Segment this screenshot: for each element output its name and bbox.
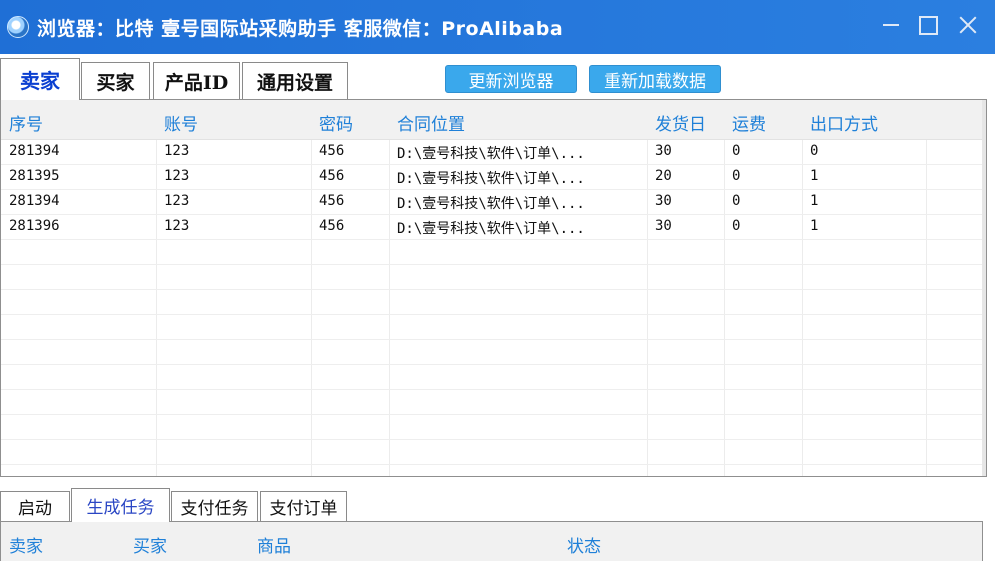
- cell-contract-path: D:\壹号科技\软件\订单\...: [397, 196, 585, 212]
- cell-ship-day: 30: [655, 143, 672, 159]
- column-header[interactable]: 买家: [133, 532, 167, 557]
- column-header[interactable]: 运费: [732, 110, 766, 135]
- table-row[interactable]: 281395 123 456 D:\壹号科技\软件\订单\... 20 0 1: [1, 165, 986, 190]
- tab-product-id[interactable]: 产品ID: [153, 62, 240, 100]
- column-header[interactable]: 发货日: [655, 110, 706, 135]
- tab-label: 通用设置: [256, 72, 333, 94]
- column-header[interactable]: 出口方式: [810, 110, 878, 135]
- empty-row: [1, 290, 986, 315]
- cell-export-method: 1: [810, 168, 819, 184]
- cell-serial: 281394: [9, 143, 60, 159]
- tab-buyer[interactable]: 买家: [81, 62, 150, 100]
- empty-row: [1, 390, 986, 415]
- cell-serial: 281396: [9, 218, 60, 234]
- window-title: 浏览器：比特 壹号国际站采购助手 客服微信：ProAlibaba: [37, 17, 564, 40]
- vertical-scrollbar[interactable]: [982, 100, 986, 476]
- cell-serial: 281394: [9, 193, 60, 209]
- minimize-icon[interactable]: [876, 10, 906, 40]
- tab-seller[interactable]: 卖家: [0, 58, 80, 100]
- cell-account: 123: [164, 143, 190, 159]
- cell-contract-path: D:\壹号科技\软件\订单\...: [397, 146, 585, 162]
- tab-label: 支付订单: [269, 499, 338, 519]
- cell-password: 456: [319, 143, 345, 159]
- task-grid[interactable]: 卖家 买家 商品 状态: [0, 521, 983, 561]
- tab-pay-order[interactable]: 支付订单: [260, 491, 347, 521]
- cell-account: 123: [164, 193, 190, 209]
- tab-label: 启动: [18, 499, 52, 519]
- cell-export-method: 1: [810, 218, 819, 234]
- column-header[interactable]: 合同位置: [397, 110, 465, 135]
- empty-row: [1, 315, 986, 340]
- cell-export-method: 1: [810, 193, 819, 209]
- cell-password: 456: [319, 193, 345, 209]
- tab-label: 产品ID: [164, 72, 229, 94]
- table-row[interactable]: 281394 123 456 D:\壹号科技\软件\订单\... 30 0 1: [1, 190, 986, 215]
- tab-start[interactable]: 启动: [0, 491, 70, 521]
- cell-password: 456: [319, 168, 345, 184]
- cell-freight: 0: [732, 193, 741, 209]
- update-browser-button[interactable]: 更新浏览器: [445, 65, 577, 93]
- column-header[interactable]: 账号: [164, 110, 198, 135]
- tab-label: 支付任务: [180, 499, 249, 519]
- close-icon[interactable]: [953, 10, 983, 40]
- column-header[interactable]: 卖家: [9, 532, 43, 557]
- app-logo-icon: [7, 16, 29, 38]
- column-header[interactable]: 商品: [257, 532, 291, 557]
- table-row[interactable]: 281396 123 456 D:\壹号科技\软件\订单\... 30 0 1: [1, 215, 986, 240]
- empty-row: [1, 340, 986, 365]
- reload-data-button[interactable]: 重新加载数据: [589, 65, 721, 93]
- cell-contract-path: D:\壹号科技\软件\订单\...: [397, 171, 585, 187]
- cell-account: 123: [164, 168, 190, 184]
- tab-general-settings[interactable]: 通用设置: [242, 62, 348, 100]
- cell-password: 456: [319, 218, 345, 234]
- cell-ship-day: 30: [655, 218, 672, 234]
- cell-ship-day: 30: [655, 193, 672, 209]
- empty-row: [1, 265, 986, 290]
- column-header[interactable]: 密码: [319, 110, 353, 135]
- empty-row: [1, 240, 986, 265]
- tab-generate-task[interactable]: 生成任务: [71, 488, 170, 522]
- cell-contract-path: D:\壹号科技\软件\订单\...: [397, 221, 585, 237]
- empty-row: [1, 415, 986, 440]
- title-bar: 浏览器：比特 壹号国际站采购助手 客服微信：ProAlibaba: [0, 0, 995, 54]
- cell-serial: 281395: [9, 168, 60, 184]
- table-row[interactable]: 281394 123 456 D:\壹号科技\软件\订单\... 30 0 0: [1, 140, 986, 165]
- cell-account: 123: [164, 218, 190, 234]
- maximize-icon[interactable]: [913, 10, 943, 40]
- empty-row: [1, 365, 986, 390]
- column-header[interactable]: 序号: [9, 110, 43, 135]
- cell-freight: 0: [732, 168, 741, 184]
- tab-pay-task[interactable]: 支付任务: [171, 491, 258, 521]
- cell-ship-day: 20: [655, 168, 672, 184]
- tab-label: 生成任务: [86, 498, 155, 518]
- seller-grid[interactable]: 序号 账号 密码 合同位置 发货日 运费 出口方式 281394 123 456…: [0, 99, 987, 477]
- tab-label: 买家: [96, 72, 135, 94]
- tab-label: 卖家: [20, 69, 60, 93]
- cell-freight: 0: [732, 218, 741, 234]
- empty-row: [1, 440, 986, 465]
- column-header[interactable]: 状态: [567, 532, 601, 557]
- cell-freight: 0: [732, 143, 741, 159]
- grid-header: 序号 账号 密码 合同位置 发货日 运费 出口方式: [1, 100, 986, 140]
- cell-export-method: 0: [810, 143, 819, 159]
